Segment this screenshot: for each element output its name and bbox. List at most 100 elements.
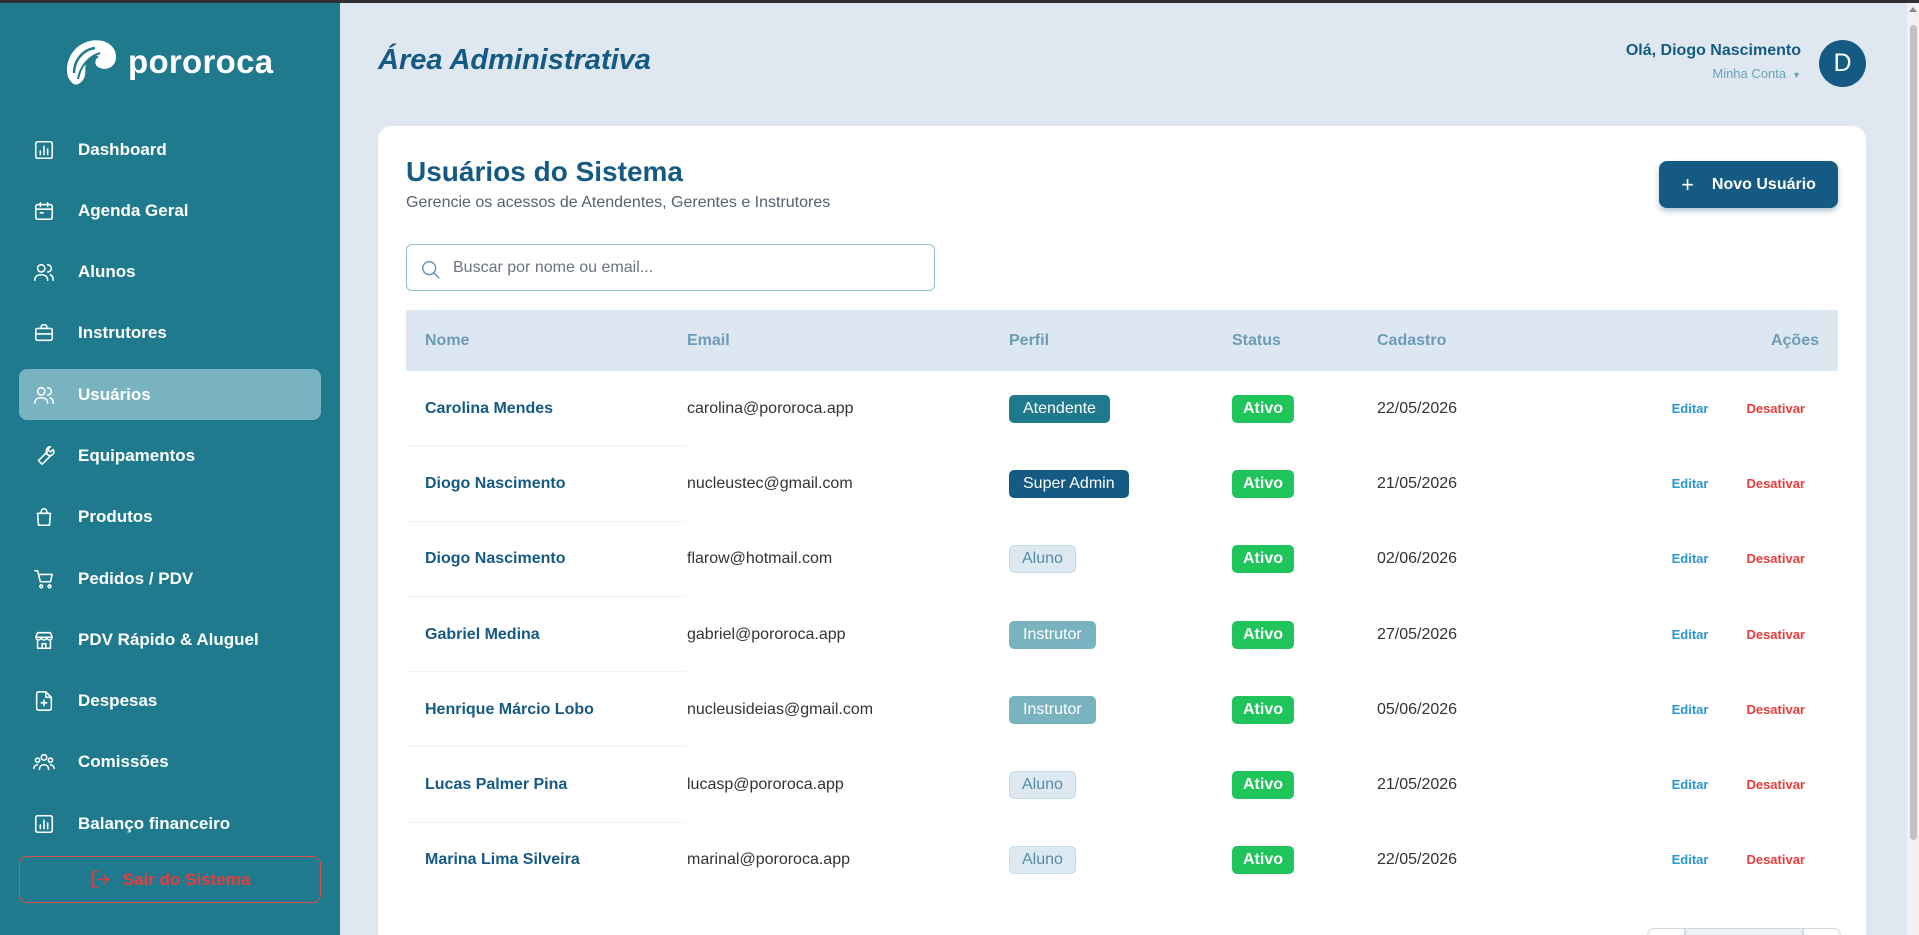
section-title: Usuários do Sistema <box>406 156 683 187</box>
users-icon <box>33 261 55 283</box>
edit-button[interactable]: Editar <box>1672 551 1709 566</box>
avatar[interactable]: D <box>1819 40 1866 87</box>
bag-icon <box>33 506 55 528</box>
column-header-status[interactable]: Status <box>1232 332 1377 350</box>
role-badge: Instrutor <box>1009 695 1096 724</box>
sidebar-item-agenda-geral[interactable]: Agenda Geral <box>19 185 321 236</box>
search-box[interactable] <box>406 244 935 291</box>
user-menu[interactable]: Olá, Diogo Nascimento Minha Conta ▼ <box>1626 42 1801 81</box>
scroll-up-arrow-icon[interactable] <box>1909 7 1917 12</box>
sidebar-item-produtos[interactable]: Produtos <box>19 492 321 543</box>
users-table: Nome Email Perfil Status Cadastro Ações … <box>406 310 1838 898</box>
sidebar-item-label: Agenda Geral <box>78 200 189 220</box>
table-row: Diogo Nascimento flarow@hotmail.com Alun… <box>406 522 1838 597</box>
role-badge: Aluno <box>1009 545 1076 574</box>
sidebar-item-instrutores[interactable]: Instrutores <box>19 308 321 359</box>
deactivate-button[interactable]: Desativar <box>1746 551 1805 566</box>
table-row: Lucas Palmer Pina lucasp@pororoca.app Al… <box>406 747 1838 823</box>
pagination-next-button[interactable] <box>1803 928 1841 935</box>
logout-icon <box>91 870 109 889</box>
wrench-icon <box>33 445 55 467</box>
edit-button[interactable]: Editar <box>1672 777 1709 792</box>
column-header-nome[interactable]: Nome <box>406 332 687 350</box>
scrollbar-thumb[interactable] <box>1910 25 1917 840</box>
table-row: Carolina Mendes carolina@pororoca.app At… <box>406 371 1838 447</box>
column-header-cadastro[interactable]: Cadastro <box>1377 332 1577 350</box>
edit-button[interactable]: Editar <box>1672 401 1709 416</box>
created-date: 02/06/2026 <box>1377 550 1458 568</box>
cart-icon <box>33 568 55 590</box>
sidebar-item-label: Produtos <box>78 507 153 527</box>
sidebar: pororoca Dashboard Agenda Geral Alunos I… <box>0 0 340 935</box>
role-badge: Aluno <box>1009 846 1076 875</box>
account-link[interactable]: Minha Conta ▼ <box>1626 66 1801 81</box>
search-input[interactable] <box>453 258 913 277</box>
sidebar-item-label: Comissões <box>78 752 169 772</box>
table-row: Henrique Márcio Lobo nucleusideias@gmail… <box>406 672 1838 748</box>
deactivate-button[interactable]: Desativar <box>1746 777 1805 792</box>
sidebar-item-balanco-financeiro[interactable]: Balanço financeiro <box>19 798 321 849</box>
brand-logo[interactable]: pororoca <box>60 32 273 92</box>
new-user-label: Novo Usuário <box>1711 175 1816 193</box>
status-badge: Ativo <box>1232 620 1294 649</box>
deactivate-button[interactable]: Desativar <box>1746 852 1805 867</box>
status-badge: Ativo <box>1232 469 1294 498</box>
edit-button[interactable]: Editar <box>1672 852 1709 867</box>
user-greeting: Olá, Diogo Nascimento <box>1625 42 1801 59</box>
sidebar-item-equipamentos[interactable]: Equipamentos <box>19 430 321 481</box>
status-badge: Ativo <box>1232 771 1294 800</box>
created-date: 21/05/2026 <box>1377 776 1458 794</box>
new-user-button[interactable]: + Novo Usuário <box>1659 161 1838 208</box>
chart-icon <box>33 813 55 835</box>
edit-button[interactable]: Editar <box>1672 627 1709 642</box>
user-email: nucleusideias@gmail.com <box>687 700 874 718</box>
sidebar-item-dashboard[interactable]: Dashboard <box>19 124 321 175</box>
user-email: flarow@hotmail.com <box>687 550 833 568</box>
table-row: Gabriel Medina gabriel@pororoca.app Inst… <box>406 597 1838 673</box>
status-badge: Ativo <box>1232 545 1294 574</box>
created-date: 22/05/2026 <box>1377 399 1458 417</box>
created-date: 22/05/2026 <box>1377 851 1458 869</box>
column-header-email[interactable]: Email <box>687 332 1009 350</box>
edit-button[interactable]: Editar <box>1672 476 1709 491</box>
window-top-border <box>0 0 1919 3</box>
sidebar-item-label: Pedidos / PDV <box>78 568 194 588</box>
user-email: gabriel@pororoca.app <box>687 625 846 643</box>
users-card: Usuários do Sistema Gerencie os acessos … <box>378 126 1866 935</box>
page-scrollbar[interactable] <box>1907 3 1919 935</box>
user-name: Marina Lima Silveira <box>425 851 580 869</box>
user-email: nucleustec@gmail.com <box>687 474 853 492</box>
edit-button[interactable]: Editar <box>1672 702 1709 717</box>
logout-label: Sair do Sistema <box>122 869 251 889</box>
deactivate-button[interactable]: Desativar <box>1746 702 1805 717</box>
sidebar-item-label: Instrutores <box>78 323 167 343</box>
sidebar-item-comissoes[interactable]: Comissões <box>19 737 321 788</box>
sidebar-item-usuarios[interactable]: Usuários <box>19 369 321 421</box>
deactivate-button[interactable]: Desativar <box>1746 476 1805 491</box>
sidebar-item-label: PDV Rápido & Aluguel <box>78 629 259 649</box>
user-email: carolina@pororoca.app <box>687 399 854 417</box>
sidebar-item-pdv-rapido[interactable]: PDV Rápido & Aluguel <box>19 614 321 665</box>
role-badge: Aluno <box>1009 771 1076 800</box>
sidebar-item-label: Dashboard <box>78 139 167 159</box>
sidebar-item-alunos[interactable]: Alunos <box>19 247 321 298</box>
logout-button[interactable]: Sair do Sistema <box>19 856 321 903</box>
deactivate-button[interactable]: Desativar <box>1746 627 1805 642</box>
pagination-prev-button[interactable] <box>1647 928 1685 935</box>
wave-logo-icon <box>66 40 116 85</box>
role-badge: Atendente <box>1009 394 1110 423</box>
sidebar-item-pedidos-pdv[interactable]: Pedidos / PDV <box>19 553 321 604</box>
chart-icon <box>33 139 55 161</box>
sidebar-item-label: Equipamentos <box>78 445 196 465</box>
column-header-acoes: Ações <box>1770 331 1819 349</box>
column-header-perfil[interactable]: Perfil <box>1009 332 1232 350</box>
status-badge: Ativo <box>1232 394 1294 423</box>
user-name: Lucas Palmer Pina <box>425 776 568 794</box>
sidebar-item-label: Balanço financeiro <box>78 813 231 833</box>
caret-down-icon: ▼ <box>1792 70 1801 80</box>
sidebar-item-despesas[interactable]: Despesas <box>19 676 321 727</box>
calendar-icon <box>33 200 55 222</box>
table-row: Diogo Nascimento nucleustec@gmail.com Su… <box>406 446 1838 522</box>
deactivate-button[interactable]: Desativar <box>1746 401 1805 416</box>
search-icon <box>422 260 440 279</box>
